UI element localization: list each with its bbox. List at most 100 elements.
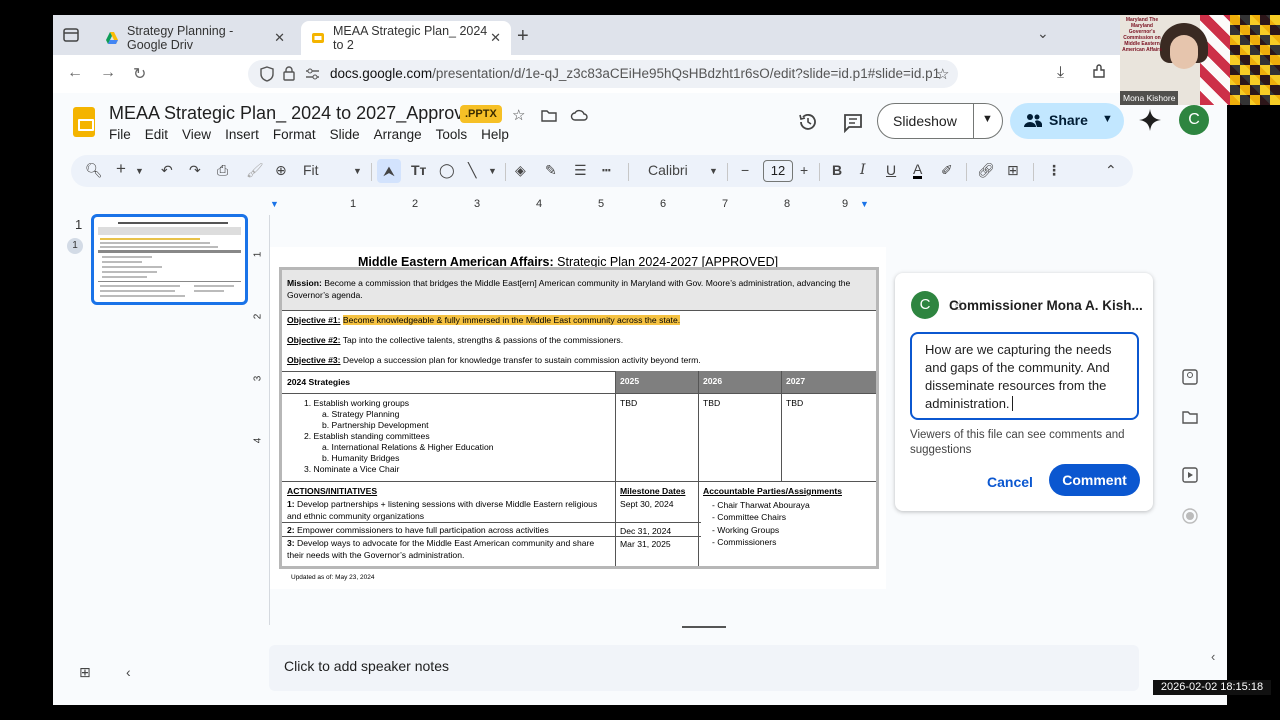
action-1: 1: Develop partnerships + listening sess…: [287, 499, 598, 521]
increase-font-icon[interactable]: +: [800, 162, 808, 178]
insert-link-icon[interactable]: 🔗︎: [977, 162, 995, 179]
menu-insert[interactable]: Insert: [225, 127, 259, 142]
menu-tools[interactable]: Tools: [436, 127, 468, 142]
year-header-row: [615, 371, 876, 393]
line-icon[interactable]: ╲: [468, 162, 476, 179]
menu-slide[interactable]: Slide: [330, 127, 360, 142]
horizontal-ruler[interactable]: ▼ 1 2 3 4 5 6 7 8 9 ▼: [270, 198, 885, 212]
text-color-icon[interactable]: A: [913, 162, 923, 179]
chevron-down-icon[interactable]: ▼: [135, 166, 144, 176]
cloud-saved-icon[interactable]: [570, 106, 588, 124]
chevron-down-icon[interactable]: ⌄: [1037, 25, 1049, 42]
slide-canvas[interactable]: Middle Eastern American Affairs: Strateg…: [270, 247, 886, 589]
slides-logo-icon[interactable]: [73, 107, 95, 137]
chevron-down-icon[interactable]: ▼: [1102, 113, 1113, 125]
document-title[interactable]: MEAA Strategic Plan_ 2024 to 2027_Approv…: [109, 103, 483, 124]
keep-icon[interactable]: [1181, 368, 1199, 386]
comment-input[interactable]: How are we capturing the needs and gaps …: [910, 332, 1139, 420]
print-icon[interactable]: ⎙: [217, 162, 228, 179]
close-tab-icon[interactable]: ✕: [490, 30, 501, 46]
chevron-down-icon[interactable]: ▼: [709, 166, 718, 176]
present-icon[interactable]: [1181, 466, 1199, 484]
italic-icon[interactable]: I: [860, 162, 866, 178]
menu-arrange[interactable]: Arrange: [374, 127, 422, 142]
fill-color-icon[interactable]: ◈: [515, 162, 526, 179]
highlight-color-icon[interactable]: ✐: [941, 162, 953, 179]
font-size-input[interactable]: 12: [763, 160, 793, 182]
menu-help[interactable]: Help: [481, 127, 509, 142]
gemini-sparkle-icon[interactable]: [1139, 109, 1161, 131]
site-settings-icon[interactable]: [305, 67, 320, 81]
speaker-notes[interactable]: Click to add speaker notes: [269, 645, 1139, 691]
tab-meaa-strategic-plan[interactable]: MEAA Strategic Plan_ 2024 to 2 ✕: [301, 21, 511, 55]
chevron-down-icon[interactable]: ▼: [353, 166, 362, 176]
zoom-icon[interactable]: ⊕: [275, 162, 287, 179]
new-slide-icon[interactable]: +: [116, 159, 126, 179]
record-icon[interactable]: [1181, 507, 1199, 525]
more-options-icon[interactable]: ⋮: [1047, 162, 1061, 179]
undo-icon[interactable]: ↶: [161, 162, 173, 179]
address-bar[interactable]: docs.google.com/presentation/d/1e-qJ_z3c…: [248, 60, 958, 88]
objective-2[interactable]: Objective #2: Tap into the collective ta…: [287, 335, 867, 347]
text-box-icon[interactable]: Tт: [411, 162, 426, 178]
border-dash-icon[interactable]: ┅: [602, 162, 610, 179]
actions-header: ACTIONS/INITIATIVES: [287, 486, 378, 496]
chevron-up-icon[interactable]: ⌃: [1105, 162, 1117, 179]
slide-thumbnail[interactable]: [91, 214, 248, 305]
new-tab-icon[interactable]: +: [517, 25, 529, 48]
notes-resize-handle[interactable]: [682, 626, 726, 628]
zoom-select[interactable]: Fit: [303, 162, 319, 178]
tab-strategy-planning[interactable]: Strategy Planning - Google Driv ✕: [95, 21, 295, 55]
vertical-ruler[interactable]: 1 2 3 4: [252, 245, 267, 575]
strategy-table[interactable]: Mission: Become a commission that bridge…: [279, 267, 879, 569]
bold-icon[interactable]: B: [832, 162, 842, 178]
back-icon[interactable]: ←: [67, 64, 83, 82]
menu-edit[interactable]: Edit: [145, 127, 168, 142]
chevron-down-icon[interactable]: ▼: [982, 113, 993, 125]
strategy-item: b. Humanity Bridges: [322, 453, 400, 463]
menu-view[interactable]: View: [182, 127, 211, 142]
paint-format-icon[interactable]: 🖌︎: [246, 162, 264, 179]
decrease-font-icon[interactable]: −: [741, 162, 749, 178]
search-menus-icon[interactable]: 🔍︎: [85, 162, 103, 179]
menu-file[interactable]: File: [109, 127, 131, 142]
year-2025: 2025: [620, 376, 640, 386]
collapse-filmstrip-icon[interactable]: ‹: [126, 664, 131, 680]
tab-search-icon[interactable]: [61, 25, 81, 45]
shape-icon[interactable]: ◯: [439, 162, 455, 179]
font-select[interactable]: Calibri: [648, 162, 688, 178]
accountable-item: - Chair Tharwat Abouraya: [712, 500, 810, 510]
mission-text[interactable]: Mission: Become a commission that bridge…: [287, 278, 867, 301]
download-icon[interactable]: ⤓: [1057, 64, 1064, 82]
objective-3[interactable]: Objective #3: Develop a succession plan …: [287, 355, 867, 367]
expand-panel-icon[interactable]: ‹: [1211, 649, 1215, 664]
objective-1[interactable]: Objective #1: Become knowledgeable & ful…: [287, 315, 867, 327]
select-cursor-icon[interactable]: ⮝: [377, 159, 401, 183]
cancel-button[interactable]: Cancel: [987, 474, 1033, 490]
underline-icon[interactable]: U: [886, 162, 896, 178]
border-color-icon[interactable]: ✎: [545, 162, 557, 179]
reload-icon[interactable]: ↻: [133, 64, 146, 84]
ruler-indent-marker[interactable]: ▼: [860, 199, 869, 209]
share-button[interactable]: Share ▼: [1010, 103, 1124, 139]
version-history-icon[interactable]: [797, 111, 819, 133]
border-weight-icon[interactable]: ☰: [574, 162, 587, 179]
ruler-indent-marker[interactable]: ▼: [270, 199, 279, 209]
redo-icon[interactable]: ↷: [189, 162, 201, 179]
comments-icon[interactable]: [842, 111, 864, 133]
star-icon[interactable]: ☆: [936, 65, 949, 83]
chevron-down-icon[interactable]: ▼: [488, 166, 497, 176]
folder-icon[interactable]: [1181, 408, 1199, 426]
menu-format[interactable]: Format: [273, 127, 316, 142]
ruler-tick: 4: [252, 437, 264, 444]
comment-button[interactable]: Comment: [1049, 464, 1140, 496]
move-to-folder-icon[interactable]: [540, 106, 558, 124]
account-avatar[interactable]: C: [1179, 105, 1209, 135]
grid-view-icon[interactable]: ⊞: [79, 664, 91, 681]
add-comment-icon[interactable]: ⊞: [1007, 162, 1019, 179]
forward-icon[interactable]: →: [100, 64, 116, 82]
slideshow-button[interactable]: Slideshow ▼: [877, 103, 1003, 139]
close-tab-icon[interactable]: ✕: [274, 30, 285, 46]
extensions-icon[interactable]: [1091, 64, 1107, 80]
star-icon[interactable]: ☆: [512, 106, 530, 124]
